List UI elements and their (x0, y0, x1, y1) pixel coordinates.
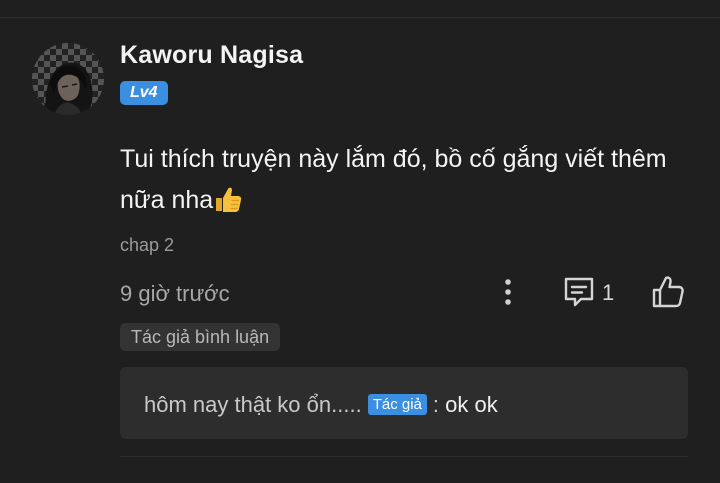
reply-button[interactable]: 1 (562, 275, 622, 309)
like-button[interactable] (650, 274, 686, 310)
timestamp: 9 giờ trước (120, 281, 230, 306)
more-vertical-icon (505, 279, 511, 305)
author-comment-tag: Tác giả bình luận (120, 323, 281, 351)
reply-preview[interactable]: hôm nay thật ko ổn..... Tác giả: ok ok (120, 367, 688, 439)
reply-body: ok ok (445, 392, 498, 417)
reply-line: hôm nay thật ko ổn..... Tác giả: ok ok (144, 392, 498, 418)
reply-count: 1 (602, 280, 615, 305)
avatar-portrait (45, 62, 93, 115)
comment-body: Tui thích truyện này lắm đó, bồ cố gắng … (120, 145, 667, 214)
thumbs-up-emoji-icon (216, 187, 242, 212)
bottom-divider (120, 456, 688, 457)
chapter-label[interactable]: chap 2 (120, 235, 174, 256)
author-badge: Tác giả (367, 394, 427, 415)
more-options-button[interactable] (497, 277, 519, 307)
comment-text: Tui thích truyện này lắm đó, bồ cố gắng … (120, 139, 680, 221)
thumbs-up-icon (652, 276, 684, 308)
username[interactable]: Kaworu Nagisa (120, 41, 303, 70)
reply-separator: : (432, 392, 440, 417)
comment-icon (564, 277, 594, 307)
reply-prefix: hôm nay thật ko ổn..... (144, 392, 362, 417)
level-badge: Lv4 (120, 81, 168, 105)
top-divider (0, 17, 720, 18)
avatar[interactable] (32, 43, 104, 115)
